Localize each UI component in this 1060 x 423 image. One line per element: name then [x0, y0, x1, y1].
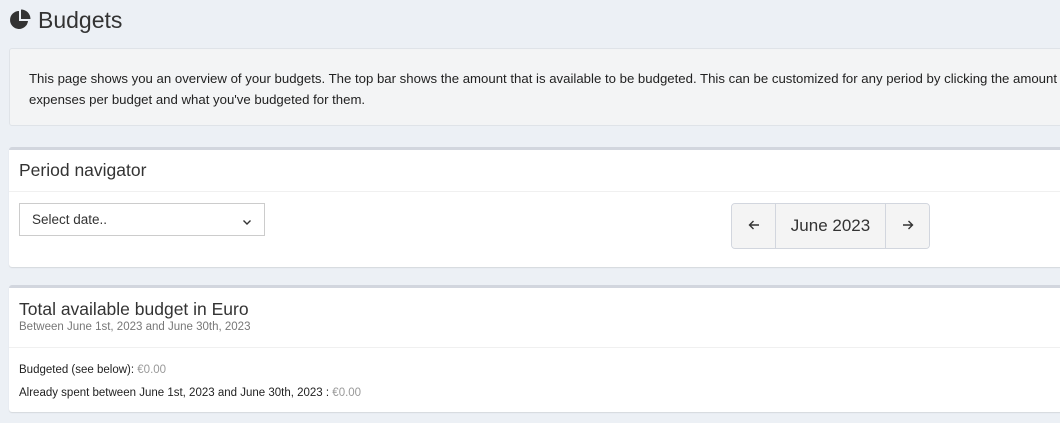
callout-text-line-1: This page shows you an overview of your … — [29, 71, 1060, 86]
next-period-button[interactable] — [886, 204, 929, 248]
chevron-down-icon — [242, 215, 252, 225]
date-select-value: Select date.. — [32, 212, 108, 227]
arrow-left-icon — [748, 216, 760, 236]
page-header: Budgets — [9, 6, 122, 34]
available-budget-header: Total available budget in Euro Between J… — [9, 288, 1060, 348]
spent-value: €0.00 — [332, 387, 362, 399]
spent-row: Already spent between June 1st, 2023 and… — [19, 382, 1060, 405]
budgeted-value: €0.00 — [137, 364, 167, 376]
page-title: Budgets — [38, 7, 123, 33]
spent-label: Already spent between June 1st, 2023 and… — [19, 387, 330, 399]
callout-text-line-2: expenses per budget and what you've budg… — [29, 92, 366, 107]
available-budget-title: Total available budget in Euro — [19, 299, 249, 319]
period-navigator-header: Period navigator — [9, 150, 1060, 192]
current-period-button[interactable]: June 2023 — [776, 204, 886, 248]
available-budget-subtitle: Between June 1st, 2023 and June 30th, 20… — [19, 321, 251, 333]
available-budget-body: Budgeted (see below): €0.00 Already spen… — [9, 348, 1060, 405]
previous-period-button[interactable] — [732, 204, 776, 248]
budgeted-row: Budgeted (see below): €0.00 — [19, 359, 1060, 382]
arrow-right-icon — [902, 216, 914, 236]
pie-chart-icon — [9, 9, 31, 31]
period-button-group: June 2023 — [731, 203, 930, 249]
budgeted-label: Budgeted (see below): — [19, 364, 135, 376]
available-budget-box: Total available budget in Euro Between J… — [9, 285, 1060, 412]
date-select[interactable]: Select date.. — [19, 203, 265, 236]
period-navigator-title: Period navigator — [19, 160, 147, 180]
period-navigator-box: Period navigator Select date.. June 2023 — [9, 147, 1060, 267]
info-callout: This page shows you an overview of your … — [9, 48, 1060, 126]
